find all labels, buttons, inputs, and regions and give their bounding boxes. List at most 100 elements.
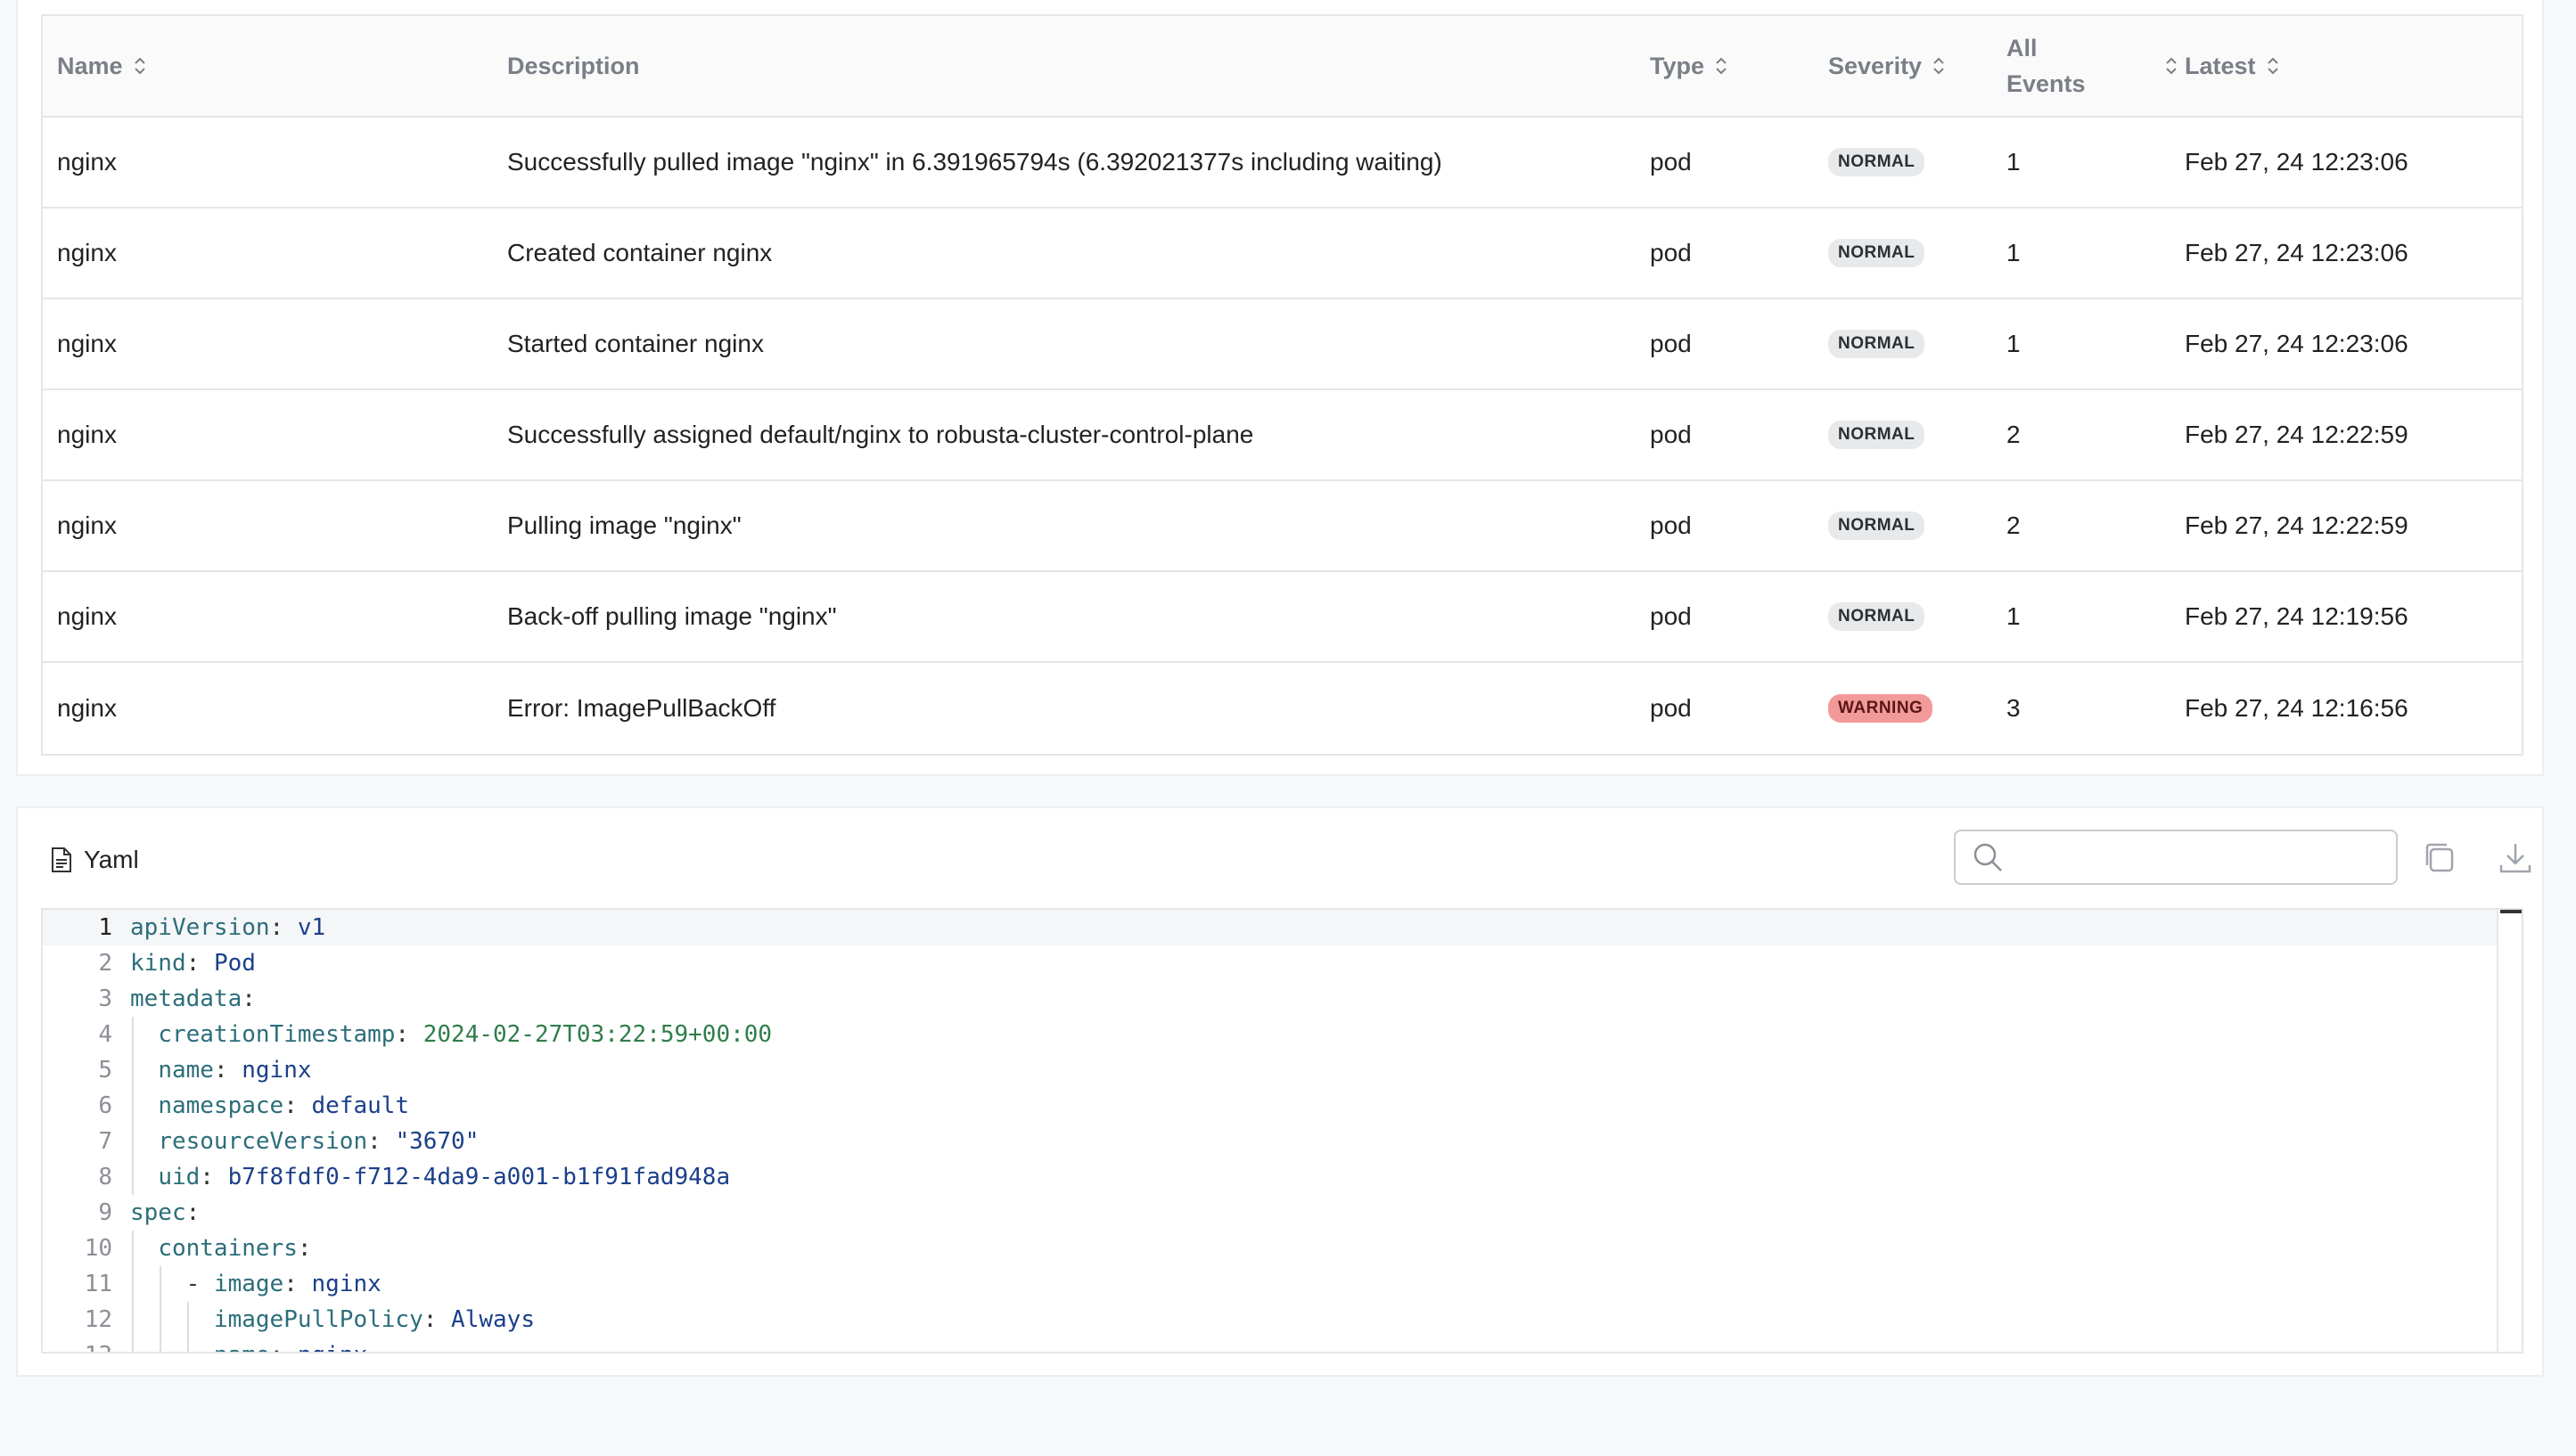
event-description: Created container nginx (507, 239, 773, 266)
event-name: nginx (57, 602, 117, 630)
yaml-value: Pod (213, 950, 256, 977)
event-latest: Feb 27, 24 12:23:06 (2185, 330, 2408, 357)
download-icon (2499, 844, 2531, 873)
code-line: 2 kind: Pod (43, 945, 2522, 981)
table-row[interactable]: nginx Successfully pulled image "nginx" i… (43, 118, 2522, 209)
editor-scrollbar[interactable] (2497, 910, 2522, 1352)
code-text: imagePullPolicy: Always (213, 1306, 535, 1333)
table-row[interactable]: nginx Pulling image "nginx" pod NORMAL 2 Feb … (43, 481, 2522, 572)
line-number: 13 (43, 1337, 112, 1352)
sort-icon (1933, 57, 1944, 75)
line-number: 6 (98, 1092, 112, 1119)
code-text: spec: (130, 1199, 201, 1226)
table-row[interactable]: nginx Error: ImagePullBackOff pod WARNING 3 F… (43, 663, 2522, 754)
code-line: 7 resourceVersion: "3670" (43, 1124, 2522, 1159)
document-icon (52, 847, 71, 872)
yaml-value: nginx (311, 1271, 381, 1297)
event-type: pod (1650, 421, 1692, 448)
column-header-latest[interactable]: Latest (2185, 16, 2279, 116)
event-name: nginx (57, 511, 117, 539)
yaml-key: name (158, 1057, 214, 1084)
severity-cell: WARNING (1828, 663, 1933, 754)
code-lines: 1 apiVersion: v1 2 kind: Pod 3 metadata: 4 cre… (43, 910, 2522, 1352)
severity-cell: NORMAL (1828, 209, 1925, 298)
search-icon (1973, 843, 2002, 871)
code-text: uid: b7f8fdf0-f712-4da9-a001-b1f91fad948… (158, 1164, 731, 1190)
column-header-type[interactable]: Type (1650, 16, 1727, 116)
yaml-key: namespace (158, 1092, 284, 1119)
download-button[interactable] (2496, 838, 2535, 878)
event-name: nginx (57, 694, 117, 722)
column-header-severity[interactable]: Severity (1828, 16, 1945, 116)
event-count: 1 (2006, 602, 2021, 630)
code-line: 3 metadata: (43, 981, 2522, 1017)
code-text: kind: Pod (130, 950, 256, 977)
yaml-key: metadata (130, 986, 242, 1012)
code-line: 5 name: nginx (43, 1052, 2522, 1088)
table-row[interactable]: nginx Back-off pulling image "nginx" pod NO… (43, 572, 2522, 663)
line-number: 2 (98, 950, 112, 977)
column-header-all-events[interactable]: All Events (2006, 16, 2177, 116)
yaml-key: spec (130, 1199, 186, 1226)
code-line: 8 uid: b7f8fdf0-f712-4da9-a001-b1f91fad9… (43, 1159, 2522, 1195)
yaml-key: uid (158, 1164, 201, 1190)
code-line: 9 spec: (43, 1195, 2522, 1231)
severity-cell: NORMAL (1828, 481, 1925, 570)
line-number: 9 (98, 1199, 112, 1226)
copy-button[interactable] (2420, 838, 2459, 878)
event-type: pod (1650, 511, 1692, 539)
line-number: 7 (98, 1128, 112, 1155)
yaml-key: image (213, 1271, 284, 1297)
event-latest: Feb 27, 24 12:23:06 (2185, 148, 2408, 176)
severity-cell: NORMAL (1828, 118, 1925, 207)
line-number: 10 (84, 1235, 112, 1262)
code-text: creationTimestamp: 2024-02-27T03:22:59+0… (158, 1021, 773, 1048)
yaml-value: b7f8fdf0-f712-4da9-a001-b1f91fad948a (227, 1164, 731, 1190)
code-text: resourceVersion: "3670" (158, 1128, 480, 1155)
line-number: 4 (98, 1021, 112, 1048)
scrollbar-thumb[interactable] (2500, 910, 2522, 913)
code-line: 6 namespace: default (43, 1088, 2522, 1124)
code-text: containers: (158, 1235, 312, 1262)
column-header-description: Description (507, 52, 640, 79)
yaml-panel: Yaml 1 apiVersion: v1 2 kind: Pod 3 metadata:… (16, 806, 2544, 1377)
event-description: Successfully pulled image "nginx" in 6.3… (507, 148, 1442, 176)
table-row[interactable]: nginx Created container nginx pod NORMAL 1 Fe… (43, 209, 2522, 299)
column-header-name[interactable]: Name (57, 16, 146, 116)
severity-cell: NORMAL (1828, 390, 1925, 479)
yaml-title: Yaml (50, 846, 139, 874)
event-count: 1 (2006, 330, 2021, 357)
yaml-key: apiVersion (130, 914, 270, 941)
severity-badge: NORMAL (1828, 602, 1925, 631)
event-description: Back-off pulling image "nginx" (507, 602, 837, 630)
code-line: 12 imagePullPolicy: Always (43, 1302, 2522, 1337)
yaml-search-input[interactable] (2014, 838, 2375, 876)
code-text: namespace: default (158, 1092, 410, 1119)
sort-icon (1716, 57, 1727, 75)
severity-cell: NORMAL (1828, 572, 1925, 661)
code-line: 1 apiVersion: v1 (43, 910, 2522, 945)
severity-badge: NORMAL (1828, 330, 1925, 358)
table-header-row: Name Description Type Severity All Event… (43, 16, 2522, 118)
event-count: 3 (2006, 694, 2021, 722)
table-row[interactable]: nginx Successfully assigned default/nginx… (43, 390, 2522, 481)
severity-cell: NORMAL (1828, 299, 1925, 389)
sort-icon (2267, 57, 2278, 75)
code-line: 13 name: nginx (43, 1337, 2522, 1352)
code-line: 11 - image: nginx (43, 1266, 2522, 1302)
yaml-key: resourceVersion (158, 1128, 368, 1155)
event-type: pod (1650, 239, 1692, 266)
event-name: nginx (57, 421, 117, 448)
table-row[interactable]: nginx Started container nginx pod NORMAL 1 Fe… (43, 299, 2522, 390)
line-number: 12 (84, 1306, 112, 1333)
yaml-search-box[interactable] (1954, 830, 2398, 885)
event-latest: Feb 27, 24 12:16:56 (2185, 694, 2408, 722)
yaml-editor[interactable]: 1 apiVersion: v1 2 kind: Pod 3 metadata: 4 cre… (41, 908, 2523, 1354)
event-type: pod (1650, 602, 1692, 630)
event-count: 1 (2006, 239, 2021, 266)
event-name: nginx (57, 330, 117, 357)
yaml-key: containers (158, 1235, 298, 1262)
code-text: apiVersion: v1 (130, 914, 326, 941)
event-type: pod (1650, 694, 1692, 722)
yaml-key: kind (130, 950, 186, 977)
